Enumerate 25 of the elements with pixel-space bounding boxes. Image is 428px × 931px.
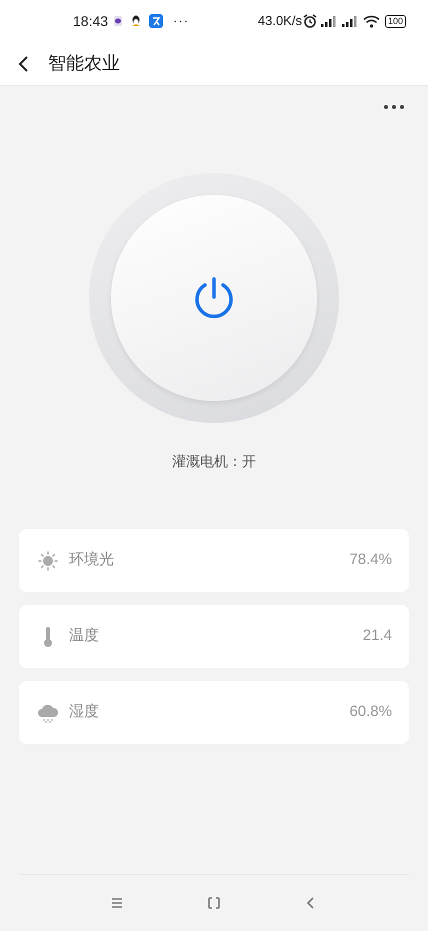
app-icon xyxy=(113,15,124,27)
status-more: ··· xyxy=(173,12,190,30)
motor-status: 灌溉电机：开 xyxy=(172,452,256,471)
sensor-value: 60.8% xyxy=(349,702,392,722)
alarm-icon xyxy=(302,14,317,28)
page-title: 智能农业 xyxy=(48,52,120,75)
battery-indicator: 100 xyxy=(384,14,406,28)
back-icon xyxy=(16,54,30,72)
status-time: 18:43 xyxy=(73,12,108,30)
app-icon xyxy=(149,14,164,28)
more-icon xyxy=(383,104,405,110)
network-speed: 43.0K/s xyxy=(258,12,302,30)
menu-icon xyxy=(111,897,123,909)
home-icon xyxy=(208,897,220,909)
wifi-icon xyxy=(362,14,380,28)
penguin-icon xyxy=(131,15,142,27)
cloud-rain-icon xyxy=(37,702,59,722)
sensor-value: 78.4% xyxy=(349,550,392,570)
sensor-label: 湿度 xyxy=(69,702,99,722)
sensor-value: 21.4 xyxy=(362,626,392,646)
signal-icon xyxy=(320,14,338,28)
signal-icon xyxy=(340,14,359,28)
sensor-label: 温度 xyxy=(69,626,99,646)
sun-icon xyxy=(38,550,58,570)
sensor-label: 环境光 xyxy=(69,550,114,570)
